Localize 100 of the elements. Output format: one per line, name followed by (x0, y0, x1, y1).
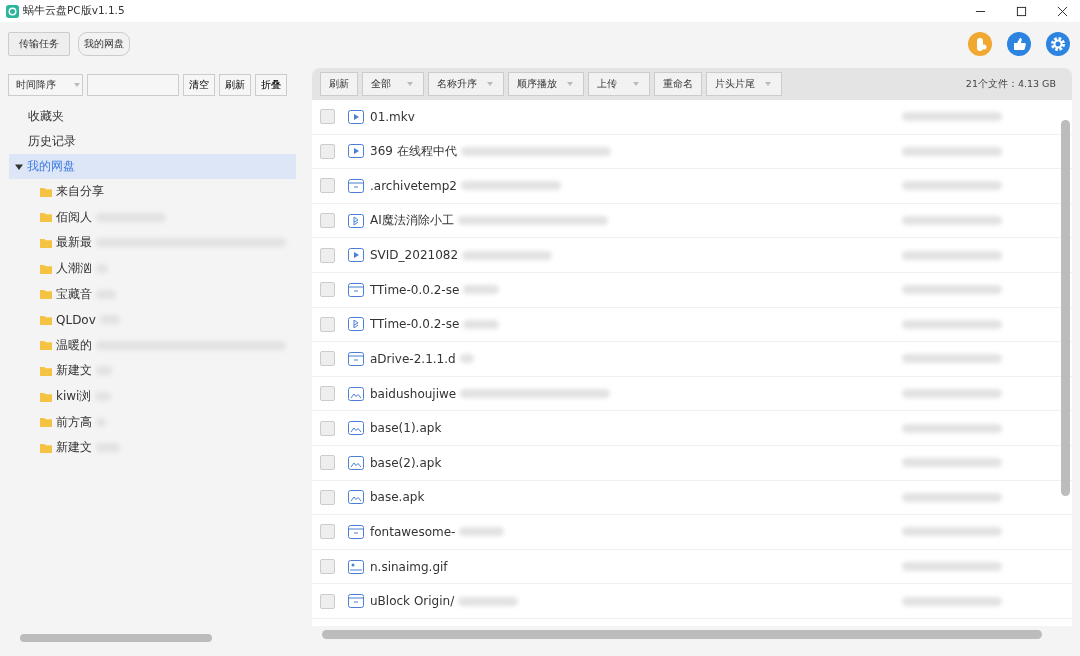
toolbar-dropdown[interactable]: 上传 (588, 72, 650, 96)
scrollbar[interactable] (322, 630, 1042, 639)
file-name[interactable]: fontawesome- (370, 524, 456, 539)
blurred-text (459, 527, 505, 537)
file-name[interactable]: aDrive-2.1.1.d (370, 351, 456, 366)
folder-label[interactable]: 宝藏音 (56, 285, 92, 303)
folder-icon (40, 314, 52, 325)
folder-icon (40, 391, 52, 402)
checkbox[interactable] (320, 109, 335, 125)
folder-icon (40, 186, 52, 197)
window-file-icon (348, 524, 364, 539)
folder-label[interactable]: 新建文 (56, 362, 92, 380)
sidebar-button[interactable]: 清空 (183, 74, 215, 96)
sidebar-button[interactable]: 折叠 (255, 74, 287, 96)
code-file-icon (348, 317, 364, 332)
tab[interactable]: 我的网盘 (78, 32, 130, 56)
file-name[interactable]: n.sinaimg.gif (370, 559, 448, 574)
folder-icon (40, 289, 52, 300)
scrollbar[interactable] (20, 634, 212, 642)
window-title: 蜗牛云盘PC版v1.1.5 (23, 4, 125, 18)
blurred-text (463, 285, 500, 295)
scrollbar[interactable] (1061, 120, 1070, 496)
file-name[interactable]: TTime-0.0.2-se (370, 317, 460, 332)
caret-icon (567, 82, 573, 86)
window-file-icon (348, 594, 364, 609)
close-icon[interactable] (1057, 5, 1068, 17)
folder-label[interactable]: 佰阅人 (56, 208, 92, 226)
checkbox[interactable] (320, 559, 335, 574)
checkbox[interactable] (320, 282, 335, 298)
caret-icon (74, 83, 80, 87)
checkbox[interactable] (320, 316, 335, 332)
toolbar-button[interactable]: 刷新 (320, 72, 358, 96)
checkbox[interactable] (320, 247, 335, 263)
checkbox[interactable] (320, 213, 335, 229)
image-file-icon (348, 455, 364, 470)
caret-icon (487, 82, 493, 86)
window-file-icon (348, 282, 364, 297)
tree-item[interactable]: 收藏夹 (9, 104, 296, 129)
photo-file-icon (348, 559, 364, 574)
caret-icon (407, 82, 413, 86)
maximize-icon[interactable] (1016, 5, 1027, 17)
app-logo-icon (6, 4, 19, 18)
blurred-text (458, 596, 519, 606)
blurred-text (459, 354, 474, 364)
settings-icon[interactable] (1046, 32, 1070, 56)
toolbar-dropdown[interactable]: 名称升序 (428, 72, 504, 96)
tree-label: 收藏夹 (28, 108, 64, 125)
image-file-icon (348, 490, 364, 505)
sidebar-button[interactable]: 刷新 (219, 74, 251, 96)
checkbox[interactable] (320, 178, 335, 194)
file-name[interactable]: AI魔法消除小工 (370, 212, 454, 230)
folder-icon (40, 263, 52, 274)
checkbox[interactable] (320, 524, 335, 540)
video-file-icon (348, 144, 364, 159)
checkbox[interactable] (320, 420, 335, 436)
checkbox[interactable] (320, 593, 335, 609)
file-name[interactable]: base.apk (370, 490, 425, 505)
folder-label[interactable]: 最新最 (56, 234, 92, 252)
folder-label[interactable]: 前方高 (56, 413, 92, 431)
folder-label[interactable]: kiwi浏 (56, 388, 92, 406)
checkbox[interactable] (320, 489, 335, 505)
toolbar-button[interactable]: 重命名 (654, 72, 702, 96)
file-name[interactable]: base(2).apk (370, 455, 442, 470)
toolbar-dropdown[interactable]: 全部 (362, 72, 424, 96)
folder-icon (40, 417, 52, 428)
file-name[interactable]: 369 在线程中代 (370, 142, 457, 160)
folder-icon (40, 340, 52, 351)
thumbs-up-icon[interactable] (1007, 32, 1031, 56)
toolbar-dropdown[interactable]: 顺序播放 (508, 72, 584, 96)
file-name[interactable]: base(1).apk (370, 421, 442, 436)
folder-label[interactable]: 温暖的 (56, 336, 92, 354)
folder-label[interactable]: 新建文 (56, 439, 92, 457)
image-file-icon (348, 421, 364, 436)
expand-triangle-icon[interactable] (15, 162, 23, 171)
caret-icon (633, 82, 639, 86)
folder-label[interactable]: QLDov (56, 312, 96, 327)
file-name[interactable]: 01.mkv (370, 109, 415, 124)
checkbox[interactable] (320, 386, 335, 402)
folder-icon (40, 238, 52, 248)
file-name[interactable]: SVID_2021082 (370, 248, 459, 263)
file-name[interactable]: uBlock Origin/ (370, 594, 455, 609)
folder-icon (40, 442, 52, 453)
folder-label[interactable]: 人潮汹 (56, 260, 92, 278)
folder-label[interactable]: 来自分享 (56, 183, 104, 201)
window-file-icon (348, 179, 364, 193)
checkbox[interactable] (320, 351, 335, 367)
folder-icon (40, 365, 52, 376)
checkbox[interactable] (320, 143, 335, 159)
folder-icon (40, 212, 52, 223)
sort-dropdown[interactable]: 时间降序 (8, 74, 83, 96)
checkbox[interactable] (320, 455, 335, 471)
file-name[interactable]: .archivetemp2 (370, 179, 457, 193)
toolbar-dropdown[interactable]: 片头片尾 (706, 72, 782, 96)
tree-label: 我的网盘 (27, 158, 75, 175)
mascot-avatar-icon[interactable] (968, 32, 992, 56)
blurred-text (463, 319, 500, 329)
tree-item[interactable]: 历史记录 (9, 129, 296, 154)
file-name[interactable]: baidushoujiwe (370, 386, 457, 401)
file-name[interactable]: TTime-0.0.2-se (370, 282, 460, 297)
tab[interactable]: 传输任务 (8, 32, 70, 56)
